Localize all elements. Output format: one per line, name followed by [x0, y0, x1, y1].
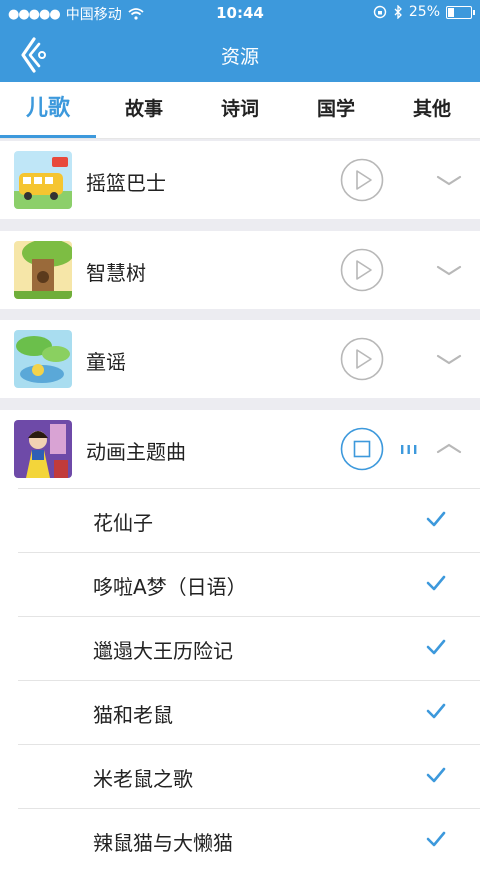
chevron-down-icon[interactable] — [436, 172, 462, 188]
category-row[interactable]: 智慧树 — [0, 231, 480, 309]
category-thumbnail — [14, 330, 72, 388]
song-title: 辣鼠猫与大懒猫 — [93, 831, 233, 855]
category-thumbnail — [14, 151, 72, 209]
song-row[interactable]: 辣鼠猫与大懒猫 — [0, 808, 480, 872]
song-row[interactable]: 哆啦A梦（日语） — [0, 552, 480, 616]
tab-poems[interactable]: 诗词 — [192, 82, 288, 138]
play-button[interactable] — [340, 337, 384, 381]
category-row-expanded[interactable]: 动画主题曲 — [0, 410, 480, 488]
play-button[interactable] — [340, 248, 384, 292]
song-title: 猫和老鼠 — [93, 703, 173, 727]
tab-others[interactable]: 其他 — [384, 82, 480, 138]
category-thumbnail — [14, 241, 72, 299]
tab-stories[interactable]: 故事 — [96, 82, 192, 138]
bluetooth-icon — [394, 5, 402, 19]
category-tabs: 儿歌 故事 诗词 国学 其他 — [0, 82, 480, 139]
checkmark-icon — [426, 575, 446, 591]
song-row[interactable]: 米老鼠之歌 — [0, 744, 480, 808]
song-title: 米老鼠之歌 — [93, 767, 193, 791]
divider — [18, 680, 480, 681]
category-name: 童谣 — [86, 350, 126, 374]
chevron-up-icon[interactable] — [436, 441, 462, 457]
divider — [18, 552, 480, 553]
category-row[interactable]: 童谣 — [0, 320, 480, 398]
checkmark-icon — [426, 703, 446, 719]
song-row[interactable]: 花仙子 — [0, 488, 480, 552]
category-thumbnail — [14, 420, 72, 478]
battery-icon — [446, 5, 475, 19]
equalizer-icon — [401, 445, 417, 454]
category-name: 动画主题曲 — [86, 440, 186, 464]
rotation-lock-icon — [373, 5, 387, 19]
category-name: 智慧树 — [86, 261, 146, 285]
page-title: 资源 — [220, 46, 259, 68]
song-title: 花仙子 — [93, 511, 153, 535]
song-title: 邋遢大王历险记 — [93, 639, 233, 663]
divider — [18, 616, 480, 617]
play-button[interactable] — [340, 158, 384, 202]
chevron-down-icon[interactable] — [436, 351, 462, 367]
app-header: ●●●●● 中国移动 10:44 25% 资源 — [0, 0, 480, 82]
song-title: 哆啦A梦（日语） — [93, 575, 247, 599]
status-bar: ●●●●● 中国移动 10:44 25% — [0, 0, 480, 26]
stop-button[interactable] — [340, 427, 384, 471]
battery-percent: 25% — [408, 4, 440, 20]
checkmark-icon — [426, 511, 446, 527]
checkmark-icon — [426, 767, 446, 783]
category-row[interactable]: 摇篮巴士 — [0, 141, 480, 219]
checkmark-icon — [426, 639, 446, 655]
divider — [18, 488, 480, 489]
checkmark-icon — [426, 831, 446, 847]
chevron-down-icon[interactable] — [436, 262, 462, 278]
separator — [0, 397, 480, 411]
divider — [18, 744, 480, 745]
category-name: 摇篮巴士 — [86, 171, 166, 195]
divider — [18, 808, 480, 809]
tab-children-songs[interactable]: 儿歌 — [0, 82, 96, 138]
song-row[interactable]: 猫和老鼠 — [0, 680, 480, 744]
song-row[interactable]: 邋遢大王历险记 — [0, 616, 480, 680]
tab-classics[interactable]: 国学 — [288, 82, 384, 138]
